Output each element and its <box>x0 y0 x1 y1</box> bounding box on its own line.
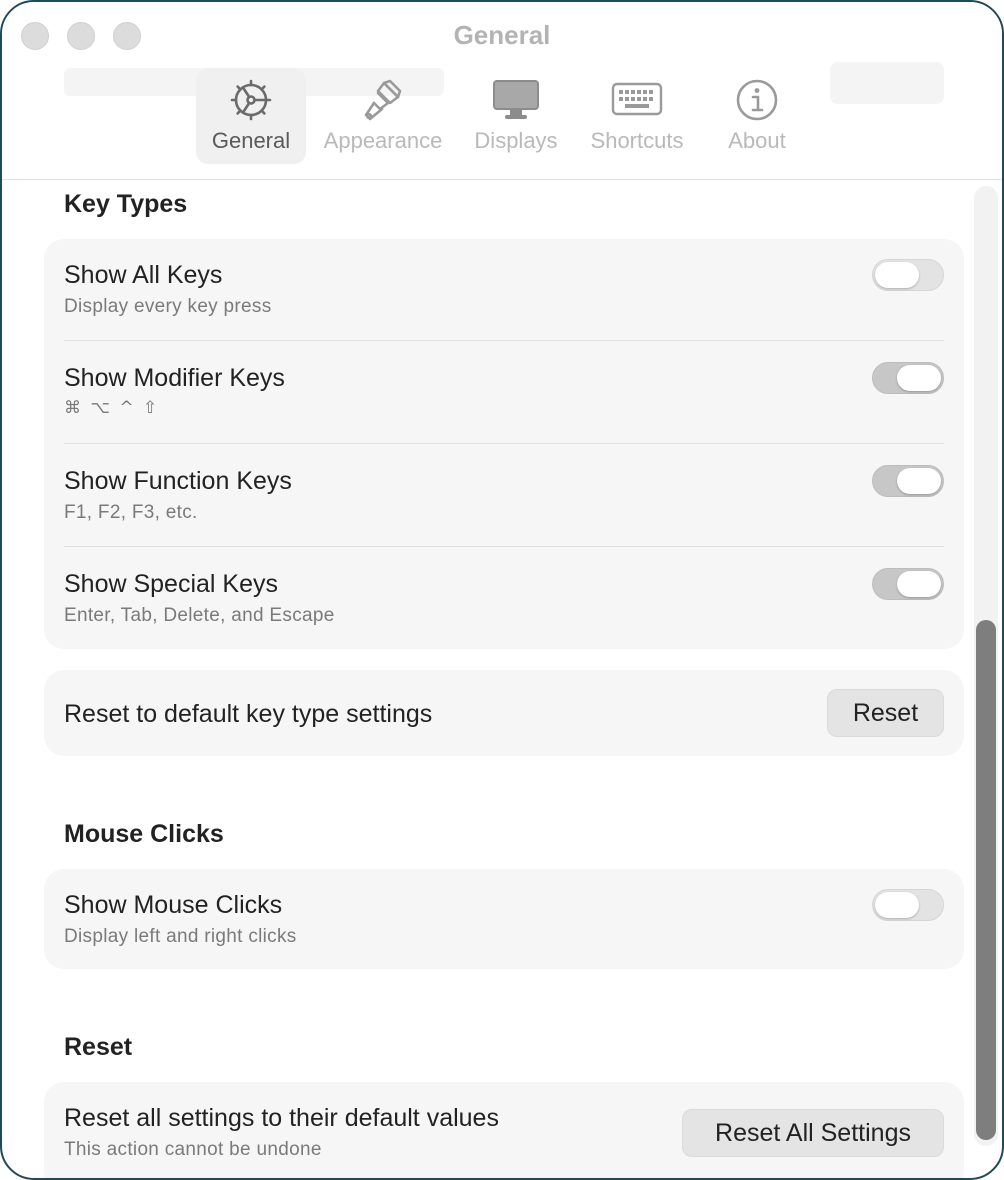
divider <box>64 340 944 341</box>
toolbar: General General Appearance Displays Shor… <box>2 2 1002 180</box>
setting-title: Show Mouse Clicks <box>64 891 283 919</box>
setting-row-show-modifier-keys: Show Modifier Keys ⌘ ⌥ ^ ⇧ <box>64 362 944 422</box>
setting-title: Reset all settings to their default valu… <box>64 1104 499 1132</box>
show-function-keys-toggle[interactable] <box>872 465 944 497</box>
setting-row-show-mouse-clicks: Show Mouse Clicks Display left and right… <box>64 889 944 949</box>
reset-key-types-card: Reset to default key type settings Reset <box>44 670 964 756</box>
tab-label: Shortcuts <box>590 128 684 153</box>
setting-subtitle: F1, F2, F3, etc. <box>64 502 198 523</box>
mouse-clicks-card: Show Mouse Clicks Display left and right… <box>44 869 964 969</box>
setting-title: Show Special Keys <box>64 570 279 598</box>
keyboard-icon <box>580 78 694 122</box>
setting-row-show-all-keys: Show All Keys Display every key press <box>64 259 944 319</box>
setting-subtitle: Enter, Tab, Delete, and Escape <box>64 605 335 626</box>
scrolled-button-ghost <box>830 62 944 104</box>
reset-all-row: Reset all settings to their default valu… <box>64 1104 944 1164</box>
tab-about[interactable]: About <box>706 68 808 164</box>
divider <box>64 443 944 444</box>
setting-subtitle: Display left and right clicks <box>64 926 297 947</box>
setting-subtitle: Display every key press <box>64 296 272 317</box>
settings-window: General General Appearance Displays Shor… <box>0 0 1004 1180</box>
tab-label: About <box>728 128 786 153</box>
reset-all-settings-button[interactable]: Reset All Settings <box>682 1109 944 1157</box>
key-types-card: Show All Keys Display every key press Sh… <box>44 239 964 649</box>
show-special-keys-toggle[interactable] <box>872 568 944 600</box>
reset-all-card: Reset all settings to their default valu… <box>44 1082 964 1178</box>
tab-shortcuts[interactable]: Shortcuts <box>580 68 694 164</box>
display-icon <box>464 78 568 122</box>
tab-label: General <box>211 128 291 153</box>
tab-label: Displays <box>474 128 558 153</box>
reset-key-types-label: Reset to default key type settings <box>64 700 433 728</box>
reset-key-types-row: Reset to default key type settings Reset <box>64 689 944 737</box>
settings-content: Key Types Show All Keys Display every ke… <box>2 180 1002 1178</box>
tab-label: Appearance <box>323 128 443 153</box>
setting-subtitle: ⌘ ⌥ ^ ⇧ <box>64 398 160 418</box>
setting-row-show-special-keys: Show Special Keys Enter, Tab, Delete, an… <box>64 568 944 628</box>
reset-key-types-button[interactable]: Reset <box>827 689 944 737</box>
tab-general[interactable]: General <box>196 68 306 164</box>
setting-subtitle: This action cannot be undone <box>64 1139 322 1160</box>
section-title-key-types: Key Types <box>64 190 188 218</box>
divider <box>64 546 944 547</box>
section-title-mouse-clicks: Mouse Clicks <box>64 820 224 848</box>
setting-title: Show All Keys <box>64 261 223 289</box>
gear-icon <box>196 78 306 122</box>
scrollbar-thumb[interactable] <box>976 620 996 1140</box>
window-title: General <box>453 20 551 50</box>
tab-appearance[interactable]: Appearance <box>314 68 452 164</box>
tab-displays[interactable]: Displays <box>464 68 568 164</box>
show-modifier-keys-toggle[interactable] <box>872 362 944 394</box>
show-all-keys-toggle[interactable] <box>872 259 944 291</box>
setting-row-show-function-keys: Show Function Keys F1, F2, F3, etc. <box>64 465 944 525</box>
section-title-reset: Reset <box>64 1033 133 1061</box>
info-icon <box>706 78 808 122</box>
setting-title: Show Modifier Keys <box>64 364 285 392</box>
show-mouse-clicks-toggle[interactable] <box>872 889 944 921</box>
paintbrush-icon <box>314 78 452 122</box>
setting-title: Show Function Keys <box>64 467 292 495</box>
